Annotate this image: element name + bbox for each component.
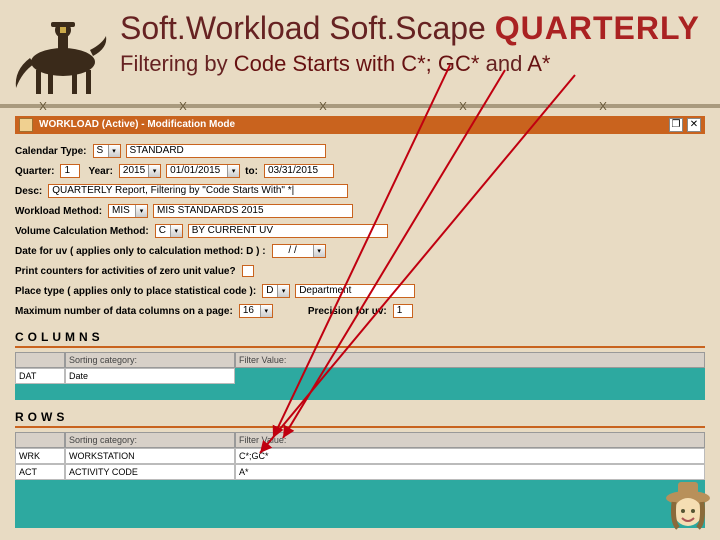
col-header-filter: Filter Value: [235, 352, 705, 368]
barbed-wire-divider [0, 102, 720, 110]
cowgirl-mascot-icon [664, 478, 712, 534]
date-uv-select[interactable]: / /▾ [272, 244, 326, 258]
chevron-down-icon[interactable]: ▾ [260, 305, 272, 317]
close-button[interactable]: ✕ [687, 118, 701, 132]
volume-calc-text: BY CURRENT UV [188, 224, 388, 238]
page-title: Soft.Workload Soft.Scape QUARTERLY [120, 10, 720, 47]
window-titlebar: WORKLOAD (Active) - Modification Mode ❐ … [15, 116, 705, 134]
year-select[interactable]: 2015▾ [119, 164, 161, 178]
table-row[interactable]: ACT ACTIVITY CODE A* [15, 464, 705, 480]
page-subtitle: Filtering by Code Starts with C*; GC* an… [120, 51, 720, 77]
table-row[interactable]: WRK WORKSTATION C*;GC* [15, 448, 705, 464]
year-label: Year: [88, 166, 118, 177]
place-type-label: Place type ( applies only to place stati… [15, 286, 262, 297]
quarter-input[interactable]: 1 [60, 164, 80, 178]
columns-grid: Sorting category: Filter Value: DAT Date [15, 352, 705, 400]
max-cols-label: Maximum number of data columns on a page… [15, 306, 239, 317]
restore-button[interactable]: ❐ [669, 118, 683, 132]
workload-method-select[interactable]: MIS▾ [108, 204, 148, 218]
quarter-label: Quarter: [15, 166, 60, 177]
date-uv-label: Date for uv ( applies only to calculatio… [15, 246, 272, 257]
chevron-down-icon[interactable]: ▾ [148, 165, 160, 177]
window-icon [19, 118, 33, 132]
calendar-type-select[interactable]: S▾ [93, 144, 121, 158]
table-row[interactable]: DAT Date [15, 368, 705, 384]
form-panel: Calendar Type: S▾ STANDARD Quarter: 1 Ye… [15, 140, 705, 528]
volume-calc-label: Volume Calculation Method: [15, 226, 155, 237]
desc-input[interactable]: QUARTERLY Report, Filtering by "Code Sta… [48, 184, 348, 198]
to-label: to: [245, 166, 264, 177]
to-date-input[interactable]: 03/31/2015 [264, 164, 334, 178]
calendar-type-text: STANDARD [126, 144, 326, 158]
desc-label: Desc: [15, 186, 48, 197]
horse-rider-icon [8, 0, 118, 100]
col-header-sorting: Sorting category: [65, 352, 235, 368]
col-header-code [15, 352, 65, 368]
volume-calc-select[interactable]: C▾ [155, 224, 183, 238]
filter-wrk[interactable]: C*;GC* [235, 448, 705, 464]
chevron-down-icon[interactable]: ▾ [170, 225, 182, 237]
from-date-select[interactable]: 01/01/2015▾ [166, 164, 240, 178]
place-type-select[interactable]: D▾ [262, 284, 290, 298]
window-title: WORKLOAD (Active) - Modification Mode [39, 116, 235, 134]
divider [15, 426, 705, 428]
workload-method-text: MIS STANDARDS 2015 [153, 204, 353, 218]
calendar-type-label: Calendar Type: [15, 146, 93, 157]
columns-heading: COLUMNS [15, 330, 705, 344]
max-cols-select[interactable]: 16▾ [239, 304, 273, 318]
filter-act[interactable]: A* [235, 464, 705, 480]
chevron-down-icon[interactable]: ▾ [277, 285, 289, 297]
place-type-text: Department [295, 284, 415, 298]
star-badge-icon [60, 27, 66, 33]
row-header-code [15, 432, 65, 448]
chevron-down-icon[interactable]: ▾ [313, 245, 325, 257]
workload-method-label: Workload Method: [15, 206, 108, 217]
row-header-sorting: Sorting category: [65, 432, 235, 448]
chevron-down-icon[interactable]: ▾ [227, 165, 239, 177]
print-counters-label: Print counters for activities of zero un… [15, 266, 242, 277]
print-counters-checkbox[interactable] [242, 265, 254, 277]
chevron-down-icon[interactable]: ▾ [135, 205, 147, 217]
precision-label: Precision for uv: [308, 306, 393, 317]
rows-heading: ROWS [15, 410, 705, 424]
precision-input[interactable]: 1 [393, 304, 413, 318]
row-header-filter: Filter Value: [235, 432, 705, 448]
chevron-down-icon[interactable]: ▾ [108, 145, 120, 157]
rows-grid: Sorting category: Filter Value: WRK WORK… [15, 432, 705, 528]
divider [15, 346, 705, 348]
